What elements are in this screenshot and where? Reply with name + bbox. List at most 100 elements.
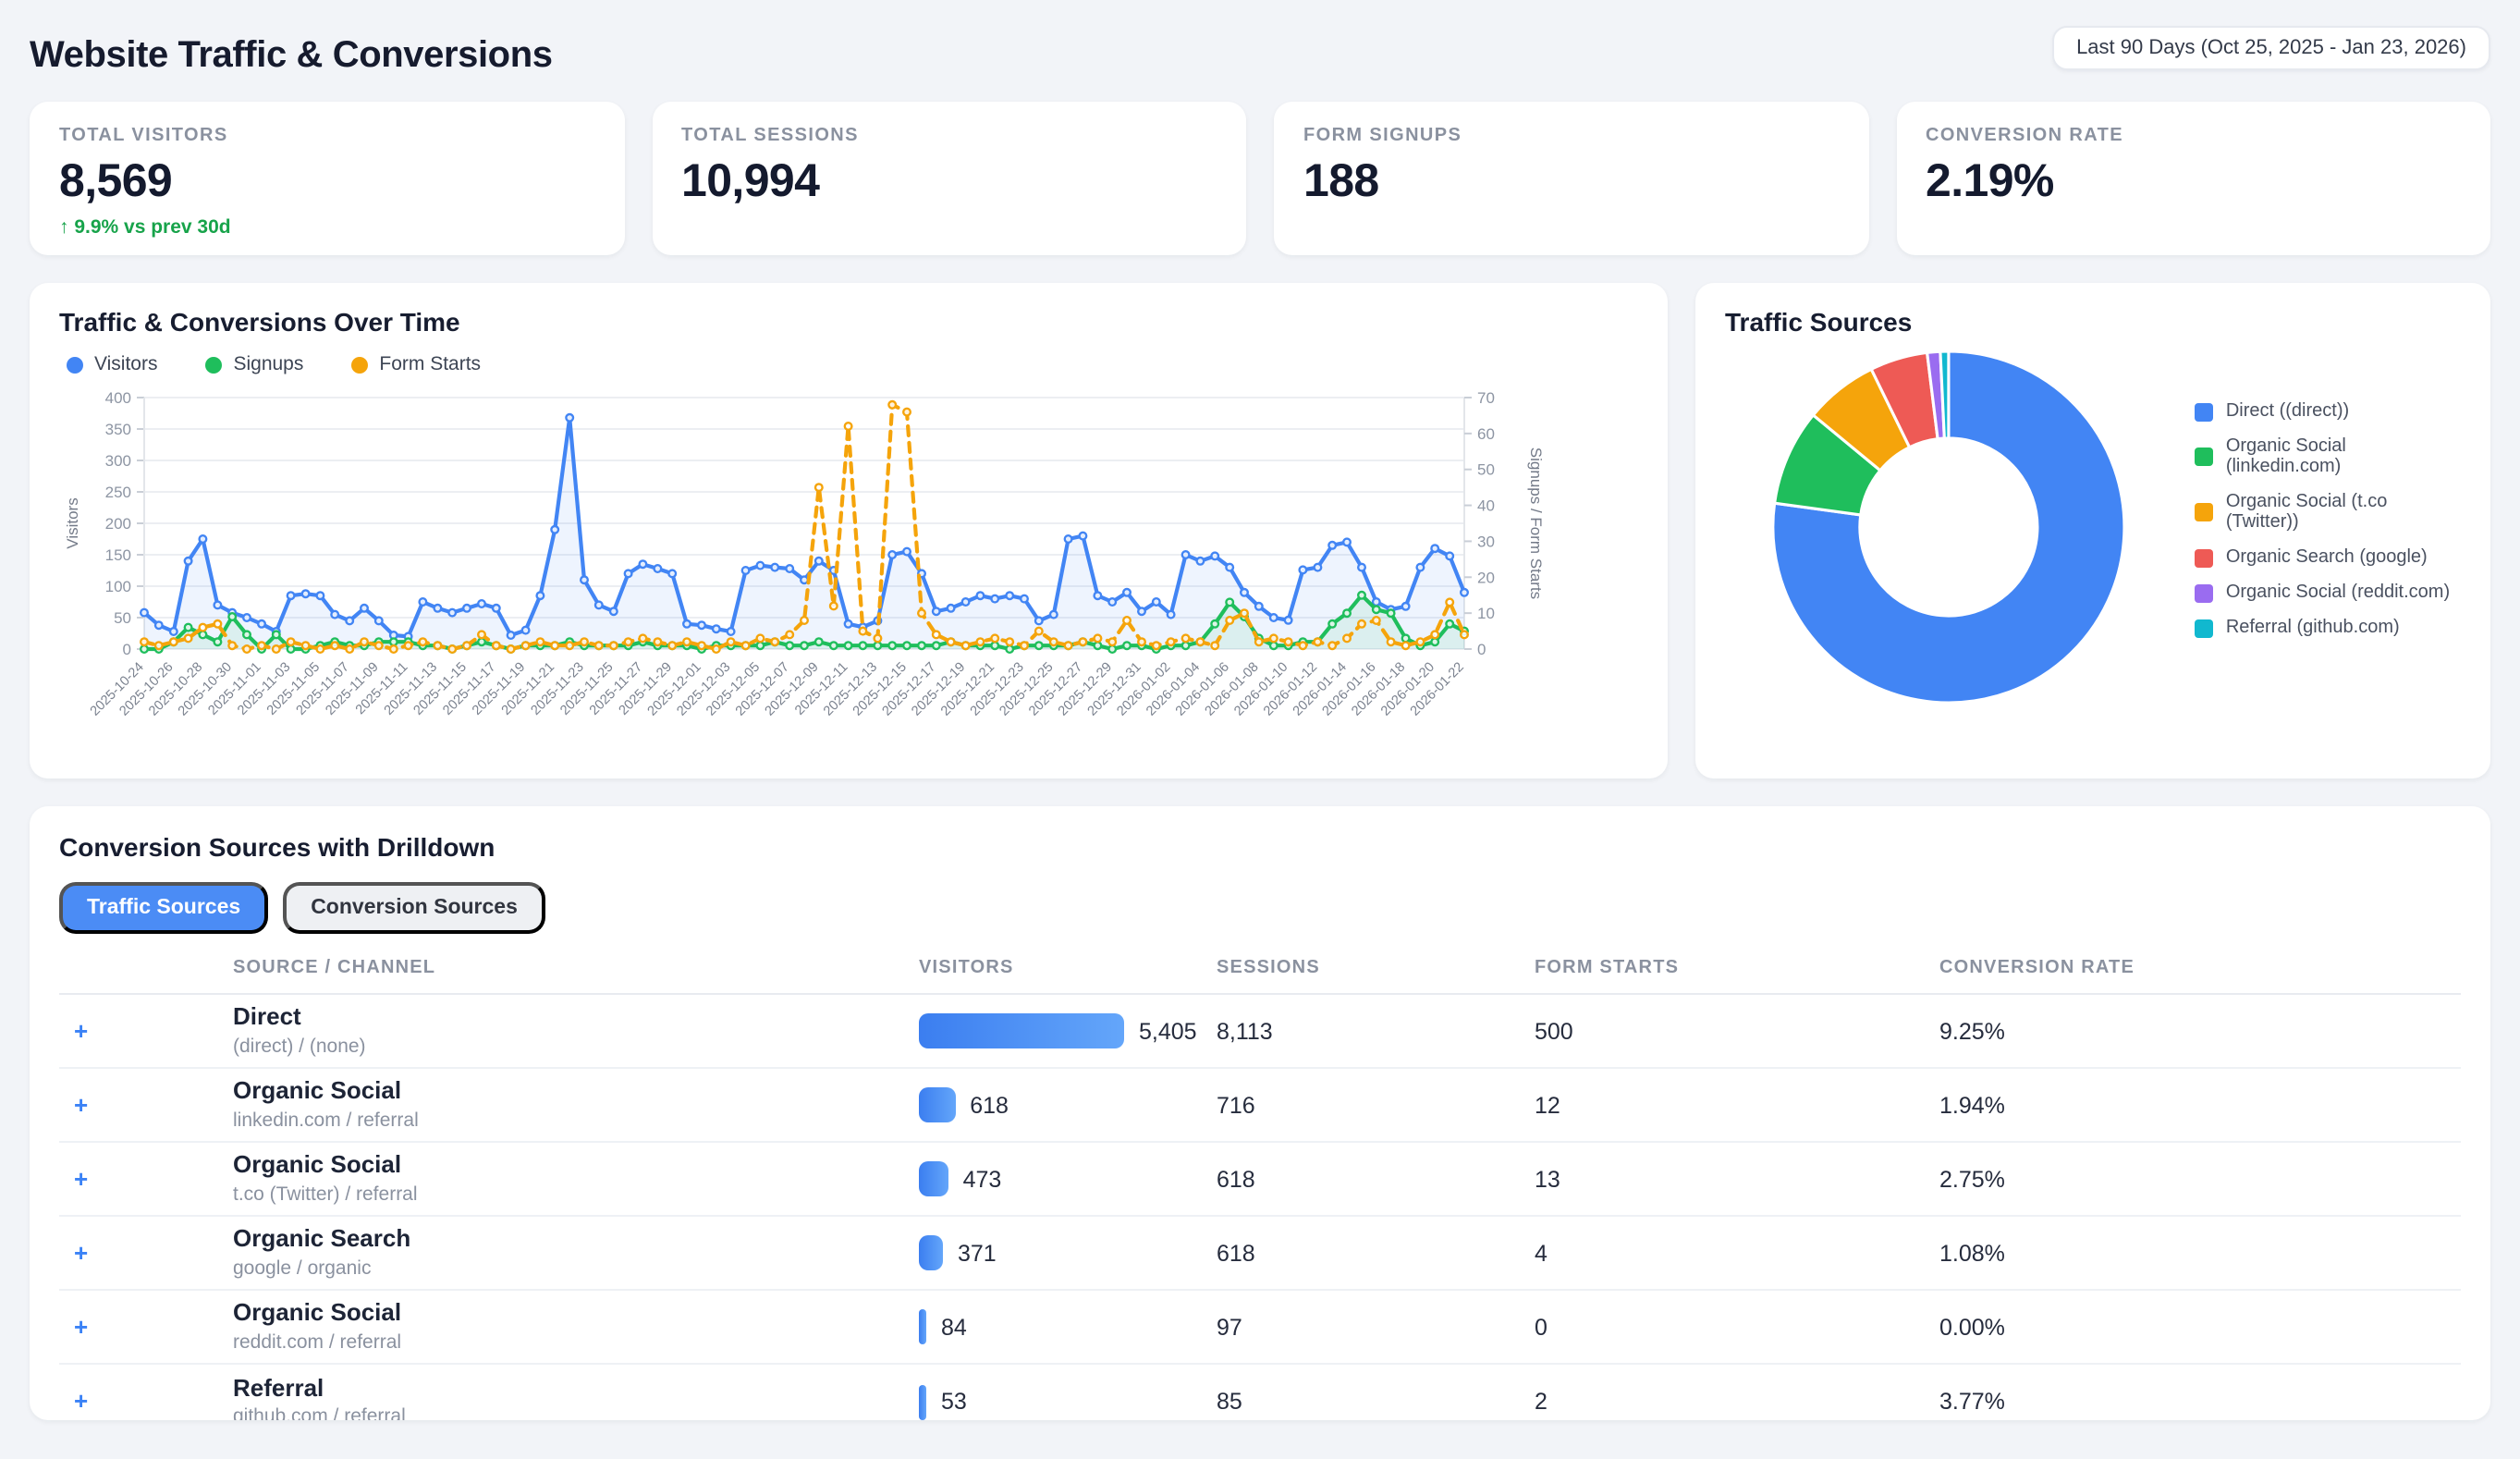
- legend-swatch: [2195, 548, 2213, 567]
- line-chart: 050100150200250300350400010203040506070V…: [59, 383, 1549, 753]
- visitors-value: 473: [963, 1166, 1002, 1192]
- legend-label: Form Starts: [379, 353, 481, 375]
- expand-row-button[interactable]: +: [74, 1389, 88, 1413]
- conversion-rate-value: 3.77%: [1939, 1389, 2461, 1415]
- legend-swatch: [2195, 402, 2213, 421]
- table-row: +Organic Socialt.co (Twitter) / referral…: [59, 1143, 2461, 1217]
- visitors-value: 618: [970, 1092, 1009, 1118]
- kpi-label: CONVERSION RATE: [1926, 126, 2461, 146]
- donut-card: Traffic Sources Direct ((direct))Organic…: [1695, 283, 2490, 779]
- legend-item-signups[interactable]: Signups: [205, 353, 303, 375]
- column-header: SESSIONS: [1217, 958, 1535, 978]
- form-starts-value: 0: [1535, 1314, 1939, 1340]
- table-row: +Referralgithub.com / referral538523.77%: [59, 1365, 2461, 1420]
- kpi-label: FORM SIGNUPS: [1303, 126, 1839, 146]
- kpi-value: 2.19%: [1926, 155, 2461, 209]
- table-body: +Direct(direct) / (none)5,4058,1135009.2…: [59, 995, 2461, 1420]
- source-name: Referral: [233, 1375, 919, 1403]
- legend-label: Visitors: [94, 353, 157, 375]
- visitors-bar: [919, 1235, 943, 1270]
- svg-text:250: 250: [105, 484, 131, 501]
- conversion-rate-value: 2.75%: [1939, 1166, 2461, 1192]
- legend-item-form-starts[interactable]: Form Starts: [351, 353, 481, 375]
- visitors-bar: [919, 1013, 1124, 1048]
- expand-row-button[interactable]: +: [74, 1240, 88, 1264]
- form-starts-value: 500: [1535, 1018, 1939, 1044]
- column-header: CONVERSION RATE: [1939, 958, 2461, 978]
- conversion-rate-value: 9.25%: [1939, 1018, 2461, 1044]
- kpi-value: 188: [1303, 155, 1839, 209]
- drilldown-tabs: Traffic Sources Conversion Sources: [59, 882, 2461, 934]
- source-channel: google / organic: [233, 1257, 919, 1280]
- column-header: SOURCE / CHANNEL: [233, 958, 919, 978]
- svg-text:200: 200: [105, 515, 131, 533]
- legend-label: Organic Social (linkedin.com): [2226, 436, 2461, 477]
- kpi-label: TOTAL SESSIONS: [681, 126, 1217, 146]
- legend-label: Signups: [233, 353, 303, 375]
- expand-row-button[interactable]: +: [74, 1018, 88, 1042]
- expand-row-button[interactable]: +: [74, 1314, 88, 1338]
- legend-label: Organic Search (google): [2226, 547, 2428, 568]
- donut-legend: Direct ((direct)) Organic Social (linkedi…: [2195, 401, 2461, 653]
- source-channel: t.co (Twitter) / referral: [233, 1183, 919, 1206]
- legend-label: Referral (github.com): [2226, 618, 2400, 638]
- svg-text:350: 350: [105, 421, 131, 438]
- donut-legend-item[interactable]: Organic Search (google): [2195, 547, 2461, 568]
- svg-text:70: 70: [1477, 389, 1495, 407]
- svg-text:10: 10: [1477, 605, 1495, 622]
- sessions-value: 618: [1217, 1166, 1535, 1192]
- source-channel: reddit.com / referral: [233, 1331, 919, 1354]
- charts-row: Traffic & Conversions Over Time Visitors…: [30, 283, 2490, 779]
- conversion-rate-value: 1.94%: [1939, 1092, 2461, 1118]
- donut-legend-item[interactable]: Direct ((direct)): [2195, 401, 2461, 422]
- table-row: +Direct(direct) / (none)5,4058,1135009.2…: [59, 995, 2461, 1069]
- kpi-card-conversion-rate: CONVERSION RATE 2.19%: [1896, 102, 2490, 255]
- drilldown-title: Conversion Sources with Drilldown: [59, 832, 2461, 862]
- visitors-bar: [919, 1087, 955, 1122]
- tab-traffic-sources[interactable]: Traffic Sources: [59, 882, 268, 934]
- sessions-value: 8,113: [1217, 1018, 1535, 1044]
- kpi-delta: ↑ 9.9% vs prev 30d: [59, 216, 594, 239]
- legend-label: Direct ((direct)): [2226, 401, 2349, 422]
- svg-text:50: 50: [1477, 461, 1495, 479]
- line-chart-card: Traffic & Conversions Over Time Visitors…: [30, 283, 1668, 779]
- table-row: +Organic Searchgoogle / organic37161841.…: [59, 1217, 2461, 1291]
- svg-text:30: 30: [1477, 533, 1495, 550]
- drilldown-card: Conversion Sources with Drilldown Traffi…: [30, 806, 2490, 1420]
- source-channel: linkedin.com / referral: [233, 1110, 919, 1132]
- dashboard: Website Traffic & Conversions Last 90 Da…: [0, 0, 2520, 1459]
- table-row: +Organic Sociallinkedin.com / referral61…: [59, 1069, 2461, 1143]
- page-title: Website Traffic & Conversions: [30, 35, 553, 78]
- date-range-badge: Last 90 Days (Oct 25, 2025 - Jan 23, 202…: [2052, 26, 2490, 70]
- expand-row-button[interactable]: +: [74, 1166, 88, 1190]
- kpi-card-total-sessions: TOTAL SESSIONS 10,994: [652, 102, 1246, 255]
- legend-dot: [67, 356, 83, 373]
- donut-legend-item[interactable]: Organic Social (t.co (Twitter)): [2195, 492, 2461, 533]
- sessions-value: 618: [1217, 1240, 1535, 1266]
- svg-text:Visitors: Visitors: [64, 497, 81, 548]
- line-chart-title: Traffic & Conversions Over Time: [59, 307, 1638, 337]
- svg-text:400: 400: [105, 389, 131, 407]
- sessions-value: 716: [1217, 1092, 1535, 1118]
- legend-swatch: [2195, 583, 2213, 602]
- header: Website Traffic & Conversions Last 90 Da…: [30, 26, 2490, 78]
- legend-dot: [205, 356, 222, 373]
- donut-legend-item[interactable]: Organic Social (reddit.com): [2195, 582, 2461, 603]
- legend-item-visitors[interactable]: Visitors: [67, 353, 157, 375]
- kpi-card-total-visitors: TOTAL VISITORS 8,569 ↑ 9.9% vs prev 30d: [30, 102, 624, 255]
- source-name: Organic Social: [233, 1300, 919, 1328]
- source-name: Direct: [233, 1004, 919, 1032]
- svg-text:0: 0: [1477, 641, 1486, 658]
- donut-legend-item[interactable]: Organic Social (linkedin.com): [2195, 436, 2461, 477]
- kpi-label: TOTAL VISITORS: [59, 126, 594, 146]
- tab-conversion-sources[interactable]: Conversion Sources: [283, 882, 545, 934]
- legend-dot: [351, 356, 368, 373]
- donut-legend-item[interactable]: Referral (github.com): [2195, 618, 2461, 638]
- expand-row-button[interactable]: +: [74, 1092, 88, 1116]
- svg-text:50: 50: [114, 609, 131, 627]
- visitors-bar: [919, 1384, 926, 1419]
- form-starts-value: 4: [1535, 1240, 1939, 1266]
- kpi-row: TOTAL VISITORS 8,569 ↑ 9.9% vs prev 30d …: [30, 102, 2490, 255]
- visitors-bar: [919, 1309, 926, 1344]
- table-header: SOURCE / CHANNELVISITORSSESSIONSFORM STA…: [59, 958, 2461, 995]
